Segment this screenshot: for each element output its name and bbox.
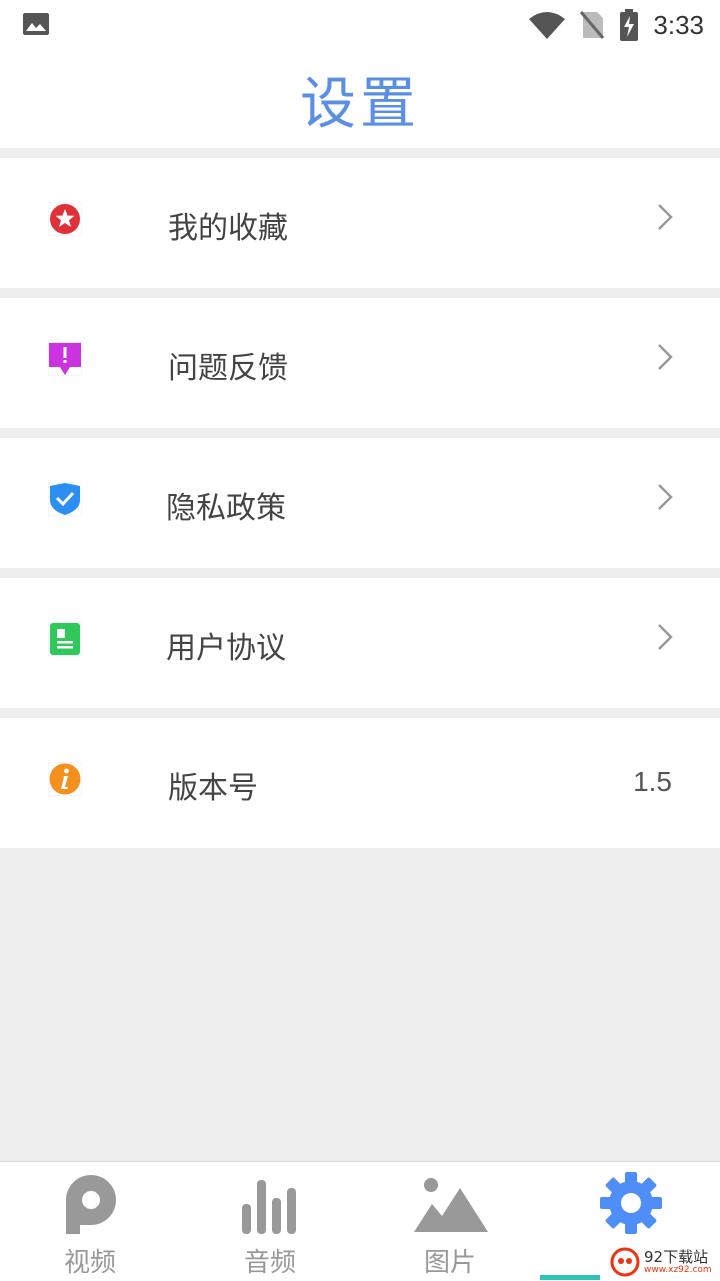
nav-label: 音频 (243, 1248, 296, 1278)
watermark-url: www.xz92.com (644, 1265, 712, 1275)
page-header: 设置 (0, 50, 720, 148)
chevron-right-icon (658, 484, 673, 510)
info-icon (48, 762, 82, 796)
no-sim-icon (580, 11, 605, 39)
menu-label: 版本号 (168, 771, 258, 806)
watermark-text: 92下载站 (644, 1248, 709, 1266)
watermark: 92下载站 www.xz92.com (610, 1244, 720, 1280)
menu-item-agreement[interactable]: 用户协议 (0, 578, 720, 708)
active-tab-indicator (540, 1275, 600, 1280)
chevron-right-icon (658, 624, 673, 650)
menu-item-privacy[interactable]: 隐私政策 (0, 438, 720, 568)
status-bar: 3:33 (0, 0, 720, 50)
nav-tab-video[interactable]: 视频 (0, 1162, 180, 1281)
menu-label: 我的收藏 (168, 211, 288, 246)
menu-label: 用户协议 (166, 631, 286, 666)
version-value: 1.5 (633, 766, 672, 797)
menu-item-version: 版本号 1.5 (0, 718, 720, 848)
audio-bars-icon (242, 1180, 296, 1234)
privacy-shield-icon (48, 482, 82, 516)
chevron-right-icon (658, 344, 673, 370)
menu-label: 问题反馈 (168, 351, 288, 386)
nav-tab-audio[interactable]: 音频 (180, 1162, 360, 1281)
page-title: 设置 (300, 71, 420, 137)
watermark-logo-icon (610, 1247, 640, 1277)
menu-item-feedback[interactable]: 问题反馈 (0, 298, 720, 428)
nav-label: 图片 (423, 1248, 476, 1278)
chevron-right-icon (658, 204, 673, 230)
battery-charging-icon (620, 9, 639, 41)
video-p-icon (66, 1175, 116, 1234)
nav-tab-image[interactable]: 图片 (360, 1162, 540, 1281)
status-time: 3:33 (653, 9, 704, 40)
wifi-icon (529, 12, 566, 39)
image-notification-icon (23, 13, 49, 35)
menu-item-favorites[interactable]: 我的收藏 (0, 158, 720, 288)
feedback-alert-icon (48, 342, 82, 376)
menu-label: 隐私政策 (166, 491, 286, 526)
favorite-star-icon (48, 202, 82, 236)
nav-label: 视频 (63, 1248, 116, 1278)
agreement-document-icon (48, 622, 82, 656)
image-mountain-icon (414, 1178, 488, 1232)
settings-gear-icon (600, 1172, 662, 1234)
